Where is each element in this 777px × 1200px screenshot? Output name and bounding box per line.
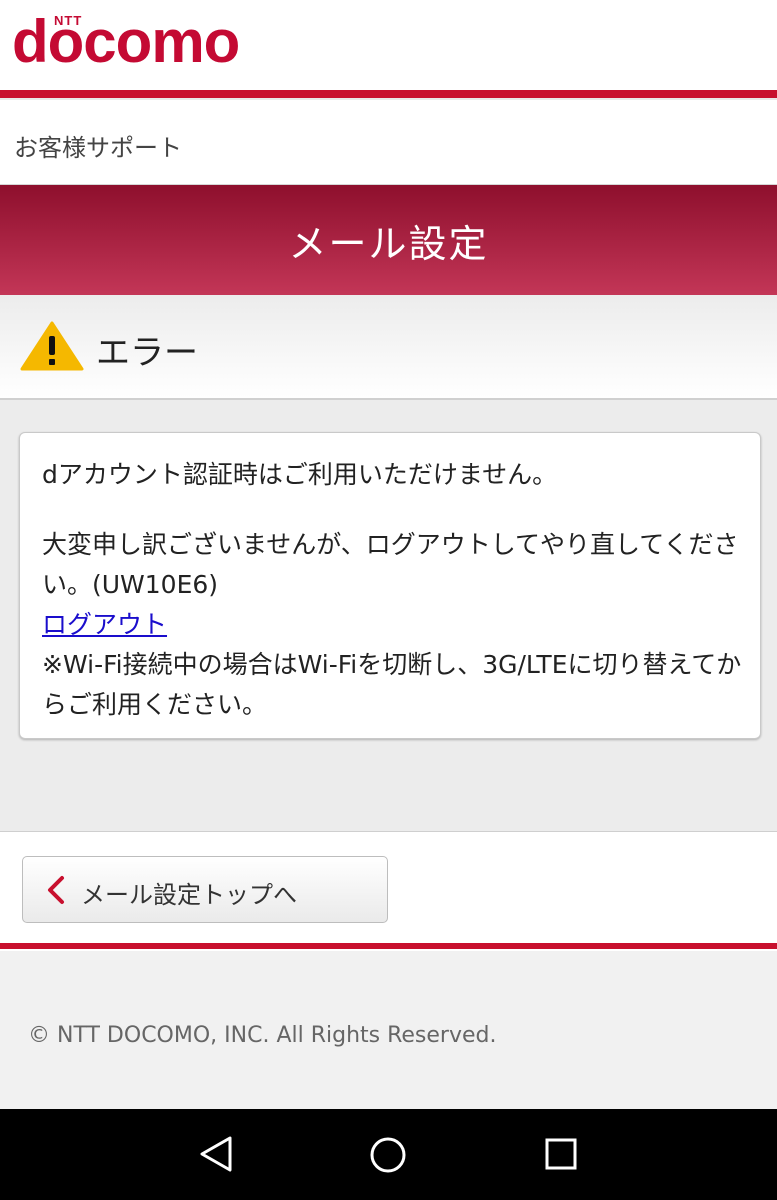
- footer: © NTT DOCOMO, INC. All Rights Reserved.: [0, 951, 777, 1109]
- footer-divider: [0, 943, 777, 949]
- page-title: メール設定: [288, 221, 489, 266]
- header-divider: [0, 90, 777, 100]
- mail-settings-top-button[interactable]: メール設定トップへ: [22, 856, 388, 923]
- error-title: エラー: [96, 333, 198, 373]
- error-message-detail: 大変申し訳ございませんが、ログアウトしてやり直してください。(UW10E6): [42, 530, 739, 599]
- customer-support-link[interactable]: お客様サポート: [14, 128, 182, 163]
- error-message-card: dアカウント認証時はご利用いただけません。 大変申し訳ございませんが、ログアウト…: [19, 432, 761, 739]
- warning-triangle-icon: [20, 321, 84, 371]
- nav-home-icon[interactable]: [369, 1136, 407, 1174]
- logout-link[interactable]: ログアウト: [42, 610, 167, 639]
- nav-recent-icon[interactable]: [544, 1137, 578, 1171]
- error-heading: エラー: [0, 295, 777, 400]
- mail-settings-top-label: メール設定トップへ: [81, 881, 297, 909]
- wifi-note: ※Wi-Fi接続中の場合はWi-Fiを切断し、3G/LTEに切り替えてからご利用…: [42, 650, 742, 719]
- header: docomo NTT: [0, 0, 777, 90]
- chevron-left-icon: [48, 876, 64, 904]
- ntt-logo-text: NTT: [54, 13, 83, 28]
- content-area: dアカウント認証時はご利用いただけません。 大変申し訳ございませんが、ログアウト…: [0, 400, 777, 832]
- copyright-text: © NTT DOCOMO, INC. All Rights Reserved.: [28, 1023, 497, 1048]
- nav-back-icon[interactable]: [198, 1134, 234, 1174]
- breadcrumb: お客様サポート: [0, 100, 777, 185]
- error-message-line: dアカウント認証時はご利用いただけません。: [42, 460, 558, 489]
- docomo-logo[interactable]: docomo: [12, 12, 240, 72]
- page-banner: メール設定: [0, 185, 777, 295]
